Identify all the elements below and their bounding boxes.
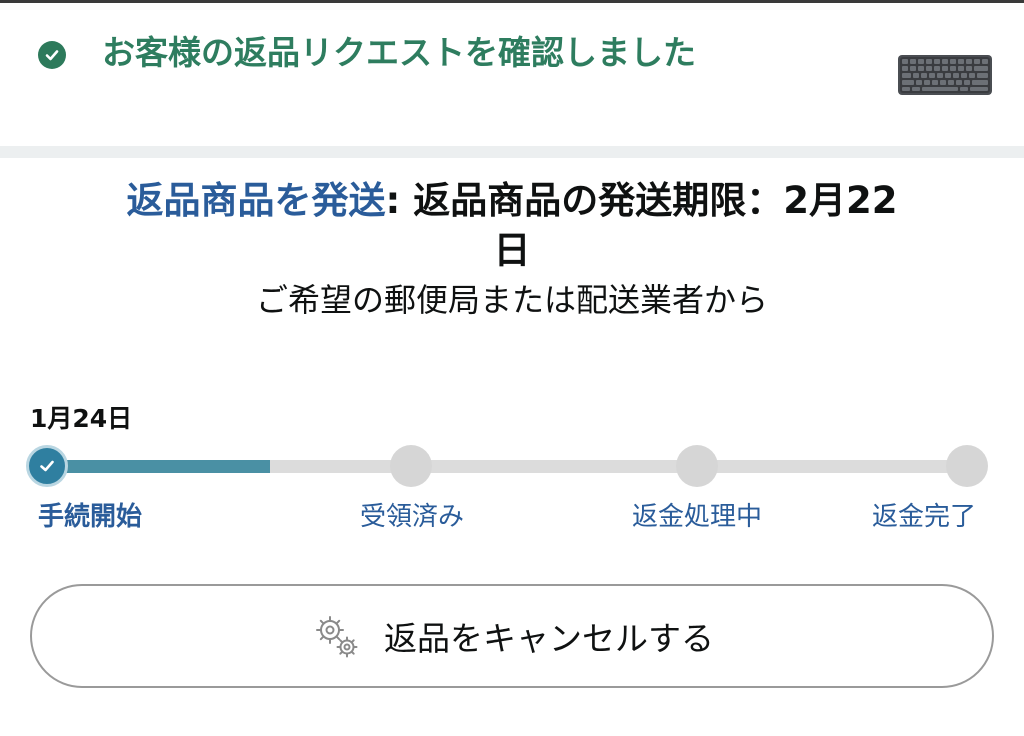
step-node-started xyxy=(26,445,68,487)
confirmation-title: お客様の返品リクエストを確認しました xyxy=(102,33,696,72)
shipping-subtitle: ご希望の郵便局または配送業者から xyxy=(255,281,768,319)
step-node-refund-processing xyxy=(676,445,718,487)
start-date: 1月24日 xyxy=(30,404,133,433)
section-divider xyxy=(0,146,1024,158)
step-label-refund-complete: 返金完了 xyxy=(872,502,977,532)
ship-return-link[interactable]: 返品商品を発送 xyxy=(127,179,386,222)
cancel-return-button[interactable]: 返品をキャンセルする xyxy=(30,584,994,688)
check-icon xyxy=(40,460,54,472)
keyboard-thumbnail-icon[interactable] xyxy=(896,51,994,99)
shipping-heading: 返品商品を発送: 返品商品の発送期限：2月22日 xyxy=(110,176,914,276)
step-node-refund-complete xyxy=(946,445,988,487)
return-confirmation-header: お客様の返品リクエストを確認しました xyxy=(0,3,1024,146)
heading-separator: : xyxy=(385,179,414,222)
step-label-received: 受領済み xyxy=(360,502,465,532)
check-circle-icon xyxy=(38,41,66,69)
step-label-refund-processing: 返金処理中 xyxy=(632,502,763,532)
step-node-received xyxy=(390,445,432,487)
gears-icon xyxy=(316,616,358,658)
progress-fill xyxy=(46,460,270,473)
cancel-return-label: 返品をキャンセルする xyxy=(384,619,714,658)
ship-deadline: 返品商品の発送期限：2月22日 xyxy=(413,179,898,272)
step-label-started: 手続開始 xyxy=(38,502,143,532)
